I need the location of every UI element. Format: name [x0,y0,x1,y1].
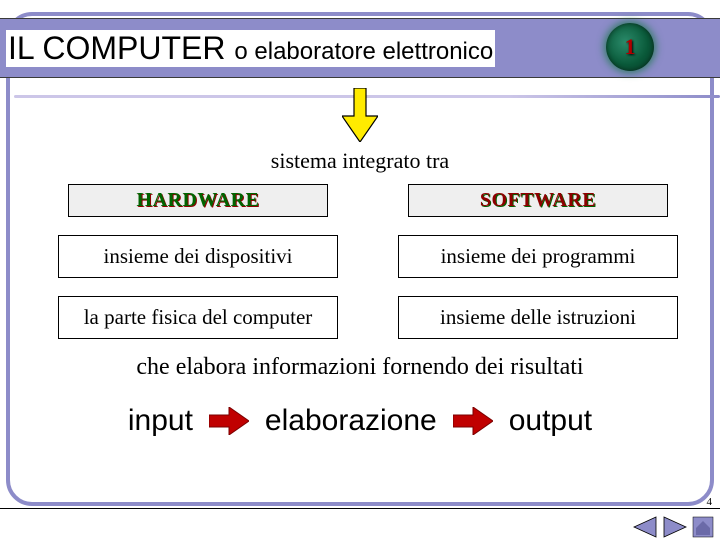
process-line: che elabora informazioni fornendo dei ri… [10,354,710,381]
right-arrow-icon [209,407,249,435]
flow-elaborazione: elaborazione [265,404,437,438]
home-icon [692,516,714,538]
flow-input: input [128,404,193,438]
badge-number: 1 [625,34,636,60]
column-hardware: HARDWARE insieme dei dispositivi la part… [58,184,338,339]
heading-software: SOFTWARE [408,184,668,217]
triangle-right-icon [662,516,688,538]
page-number: 4 [707,496,713,508]
title-main: IL COMPUTER [8,30,234,66]
home-button[interactable] [692,516,714,538]
footer-bar [0,508,720,540]
title-sub: o elaboratore elettronico [234,38,493,65]
triangle-left-icon [632,516,658,538]
page-title: IL COMPUTER o elaboratore elettronico [6,30,495,67]
flow-output: output [509,404,592,438]
column-software: SOFTWARE insieme dei programmi insieme d… [398,184,678,339]
hw-row1: insieme dei dispositivi [58,235,338,278]
sw-row2: insieme delle istruzioni [398,296,678,339]
heading-hardware: HARDWARE [68,184,328,217]
slide-body: sistema integrato tra HARDWARE insieme d… [10,88,710,502]
slide-number-badge: 1 [606,23,654,71]
flow-row: input elaborazione output [10,404,710,438]
hw-row2: la parte fisica del computer [58,296,338,339]
next-button[interactable] [662,516,688,538]
down-arrow-icon [342,88,378,142]
sw-row1: insieme dei programmi [398,235,678,278]
lead-in-text: sistema integrato tra [10,148,710,174]
columns: HARDWARE insieme dei dispositivi la part… [58,184,668,339]
right-arrow-icon [453,407,493,435]
nav-controls [632,516,714,538]
prev-button[interactable] [632,516,658,538]
